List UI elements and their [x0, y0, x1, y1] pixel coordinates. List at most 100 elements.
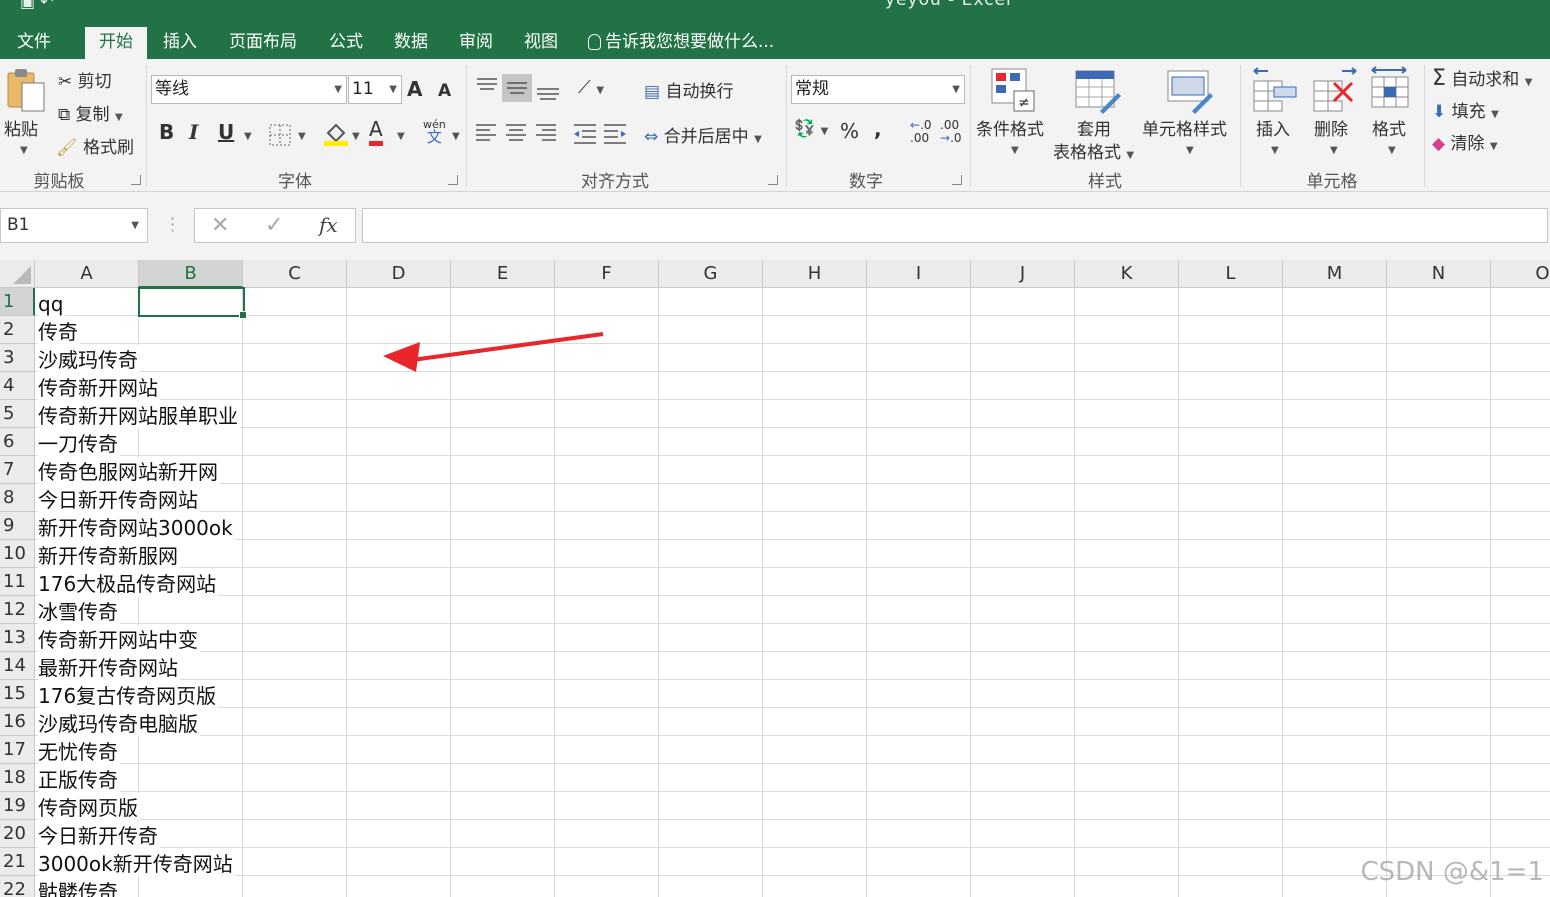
tab-review[interactable]: 审阅: [448, 27, 504, 59]
fill-button[interactable]: ⬇ 填充 ▼: [1432, 97, 1499, 122]
wrap-text-button[interactable]: ▤ 自动换行: [644, 77, 733, 102]
tab-view[interactable]: 视图: [513, 27, 569, 59]
format-cells-dropdown-icon[interactable]: ▼: [1388, 145, 1396, 156]
font-color-button[interactable]: A: [369, 117, 383, 146]
separator: [146, 65, 147, 187]
quick-access-icon[interactable]: ▣ ↶: [20, 0, 54, 11]
underline-button[interactable]: U: [218, 120, 234, 144]
chevron-down-icon: ▼: [389, 84, 397, 95]
font-launcher-icon[interactable]: [448, 175, 458, 185]
alignment-launcher-icon[interactable]: [768, 175, 778, 185]
italic-button[interactable]: I: [189, 120, 198, 144]
paste-dropdown-icon[interactable]: ▼: [20, 145, 28, 156]
grow-font-button[interactable]: A: [407, 77, 422, 101]
accounting-format-button[interactable]: 💱 ▼: [794, 119, 828, 139]
autosum-button[interactable]: Σ 自动求和 ▼: [1432, 65, 1532, 91]
font-color-dropdown-icon[interactable]: ▼: [397, 131, 405, 142]
underline-dropdown-icon[interactable]: ▼: [244, 131, 252, 142]
group-label-cells: 单元格: [1306, 172, 1358, 192]
tab-page-layout[interactable]: 页面布局: [220, 27, 306, 59]
font-name-combo[interactable]: 等线 ▼: [151, 75, 347, 104]
sigma-icon: Σ: [1432, 66, 1446, 91]
percent-button[interactable]: %: [840, 119, 859, 143]
tell-me-text: 告诉我您想要做什么...: [605, 32, 775, 52]
annotation-arrow: [383, 332, 604, 372]
clear-button[interactable]: ◆ 清除 ▼: [1432, 129, 1498, 154]
currency-icon: 💱: [794, 119, 816, 139]
copy-button[interactable]: ⧉ 复制 ▼: [58, 100, 123, 125]
fill-color-dropdown-icon[interactable]: ▼: [352, 131, 360, 142]
group-label-styles: 样式: [1088, 172, 1122, 192]
group-label-number: 数字: [849, 172, 883, 192]
cell-styles-dropdown-icon[interactable]: ▼: [1186, 145, 1194, 156]
eraser-icon: ◆: [1432, 134, 1446, 154]
vertical-align-icons[interactable]: [474, 73, 564, 103]
group-label-font: 字体: [278, 172, 312, 192]
svg-text:≠: ≠: [1018, 95, 1030, 111]
format-painter-button[interactable]: 🖌 格式刷: [56, 133, 134, 158]
wrap-text-icon: ▤: [644, 82, 661, 102]
orientation-icon[interactable]: ⟋ ▼: [578, 77, 604, 98]
conditional-format-dropdown-icon[interactable]: ▼: [1011, 145, 1019, 156]
delete-cells-icon[interactable]: [1312, 67, 1358, 115]
cancel-icon[interactable]: ✕: [211, 213, 229, 238]
borders-icon[interactable]: [268, 123, 294, 147]
enter-icon[interactable]: ✓: [265, 213, 283, 238]
tab-formulas[interactable]: 公式: [318, 27, 374, 59]
ribbon-tabs: 文件 开始 插入 页面布局 公式 数据 审阅 视图 告诉我您想要做什么...: [0, 22, 1550, 59]
bold-button[interactable]: B: [159, 120, 174, 144]
tab-data[interactable]: 数据: [383, 27, 439, 59]
format-as-table-icon[interactable]: [1074, 69, 1122, 115]
shrink-font-button[interactable]: A: [438, 81, 451, 101]
brush-icon: 🖌: [56, 138, 78, 158]
tab-home[interactable]: 开始: [85, 27, 147, 59]
horizontal-align-icons[interactable]: [474, 121, 634, 147]
number-launcher-icon[interactable]: [952, 175, 962, 185]
tell-me-search[interactable]: 告诉我您想要做什么...: [588, 27, 774, 59]
paste-button[interactable]: 粘贴: [4, 115, 38, 140]
conditional-format-button[interactable]: 条件格式: [976, 115, 1044, 140]
comma-button[interactable]: ,: [874, 117, 882, 141]
fill-color-icon[interactable]: [322, 119, 350, 147]
merge-center-button[interactable]: ⇔ 合并后居中 ▼: [644, 122, 762, 147]
format-cells-icon[interactable]: [1368, 65, 1412, 115]
tab-file[interactable]: 文件: [0, 27, 68, 59]
tab-insert[interactable]: 插入: [152, 27, 208, 59]
format-as-table-button[interactable]: 表格格式 ▼: [1053, 138, 1134, 163]
insert-cells-button[interactable]: 插入: [1256, 115, 1290, 140]
formula-input[interactable]: [362, 208, 1548, 243]
ribbon-home: 粘贴 ▼ ✂ 剪切 ⧉ 复制 ▼ 🖌 格式刷 剪贴板 等线 ▼ 11 ▼ A A B…: [0, 59, 1550, 192]
conditional-format-icon[interactable]: ≠: [990, 67, 1036, 115]
insert-cells-icon[interactable]: [1252, 67, 1298, 115]
group-label-alignment: 对齐方式: [581, 172, 649, 192]
format-as-table-label-1[interactable]: 套用: [1077, 115, 1111, 140]
cell-styles-button[interactable]: 单元格样式: [1142, 115, 1227, 140]
font-size-combo[interactable]: 11 ▼: [348, 75, 402, 104]
number-format-combo[interactable]: 常规 ▼: [791, 75, 965, 104]
insert-cells-dropdown-icon[interactable]: ▼: [1271, 145, 1279, 156]
separator: [1424, 65, 1425, 187]
formula-bar: B1 ▼ · · · ✕ ✓ fx: [0, 192, 1550, 260]
borders-dropdown-icon[interactable]: ▼: [298, 131, 306, 142]
cell-styles-icon[interactable]: [1166, 69, 1216, 115]
clipboard-launcher-icon[interactable]: [131, 175, 141, 185]
phonetic-button[interactable]: wén 文: [423, 119, 446, 145]
phonetic-dropdown-icon[interactable]: ▼: [452, 131, 460, 142]
group-label-clipboard: 剪贴板: [33, 172, 85, 192]
separator: [786, 65, 787, 187]
decrease-decimal-button[interactable]: .00 →.0: [940, 119, 962, 145]
delete-cells-dropdown-icon[interactable]: ▼: [1330, 145, 1338, 156]
worksheet-grid[interactable]: ABCDEFGHIJKLMNO 1 qq 2 传奇 3 沙威玛传奇 4 传奇新开网站 5 传奇新开…: [0, 260, 1550, 897]
title-bar: ▣ ↶ yeyou - Excel: [0, 0, 1550, 22]
increase-decimal-button[interactable]: ←.0.00: [910, 119, 932, 145]
paste-icon[interactable]: [6, 67, 48, 115]
separator: [1240, 65, 1241, 187]
insert-function-icon[interactable]: fx: [319, 213, 338, 237]
drag-handle-icon[interactable]: · · ·: [170, 211, 175, 239]
delete-cells-button[interactable]: 删除: [1314, 115, 1348, 140]
name-box[interactable]: B1 ▼: [0, 208, 148, 243]
scissors-icon: ✂: [58, 72, 73, 92]
cut-button[interactable]: ✂ 剪切: [58, 67, 112, 92]
format-cells-button[interactable]: 格式: [1372, 115, 1406, 140]
fill-down-icon: ⬇: [1432, 102, 1447, 122]
